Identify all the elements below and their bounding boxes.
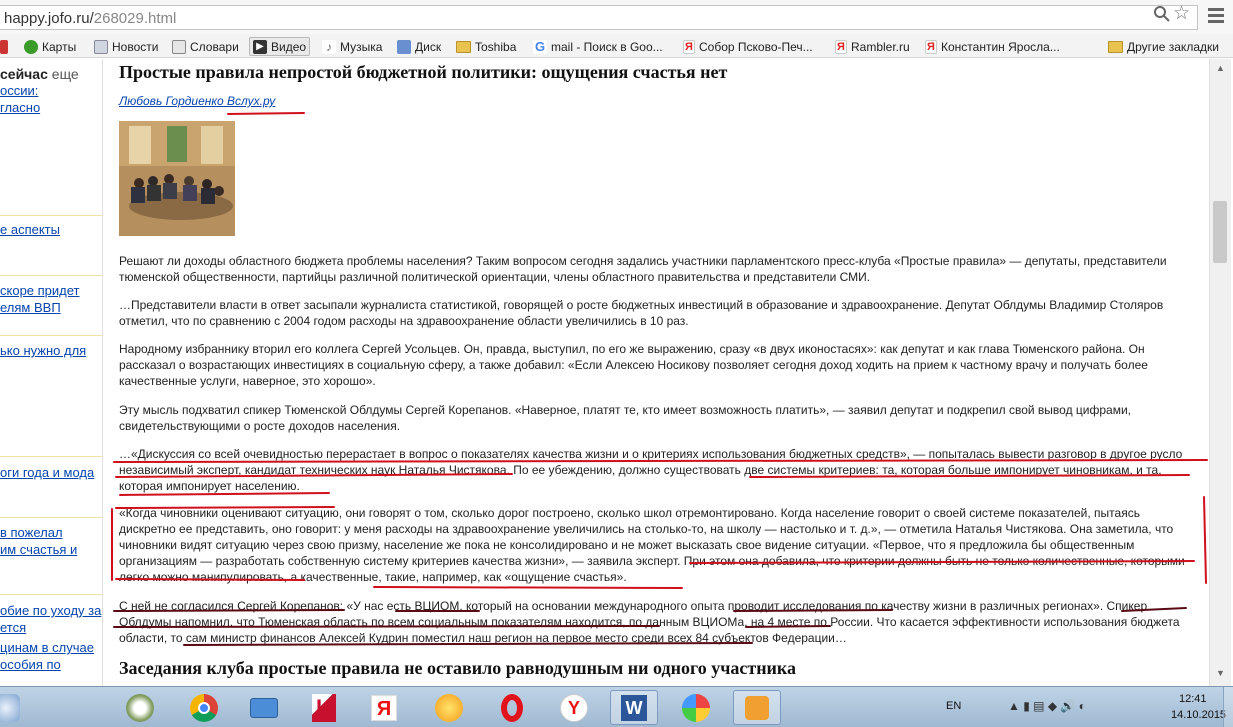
bookmark-partial[interactable] [0, 37, 8, 56]
bookmark-news[interactable]: Новости [94, 37, 158, 56]
paragraph: «Когда чиновники оценивают ситуацию, они… [119, 506, 1185, 584]
sidebar-link[interactable]: цинам в случае [0, 640, 94, 655]
paragraph: …Представители власти в ответ засыпали ж… [119, 298, 1164, 328]
media-icon[interactable] [116, 690, 164, 725]
paragraph: С ней не согласился Сергей Корепанов: «У… [119, 599, 1180, 645]
paragraph: Эту мысль подхватил спикер Тюменской Обл… [119, 403, 1131, 433]
scroll-down-icon[interactable]: ▼ [1216, 668, 1225, 678]
star-icon[interactable]: ☆ [1173, 2, 1190, 25]
taskbar: K Я Y W EN ▲ ▮ ▤ ◆ 🔊 ◐ 12:41 14.10.2015 [0, 686, 1233, 727]
section-heading: Заседания клуба простые правила не остав… [119, 658, 797, 678]
sidebar-link[interactable]: ько нужно для [0, 343, 86, 358]
kaspersky-icon[interactable]: K [300, 690, 348, 725]
scrollbar[interactable]: ▲ ▼ [1209, 59, 1231, 686]
opera-icon[interactable] [488, 690, 536, 725]
scrollbar-thumb[interactable] [1213, 201, 1227, 263]
dictionary-icon [172, 39, 186, 54]
clock-time[interactable]: 12:41 [1179, 693, 1207, 705]
bookmark-maps[interactable]: Карты [24, 37, 76, 56]
bookmark-video[interactable]: ▶ Видео [249, 37, 311, 56]
sidebar-link[interactable]: обие по уходу за [0, 603, 101, 618]
start-icon[interactable] [0, 690, 30, 725]
bookmark-disk[interactable]: Диск [397, 37, 441, 56]
yandex-icon: Я [683, 39, 695, 54]
video-icon: ▶ [253, 39, 267, 54]
bookmark-rambler[interactable]: Я Rambler.ru [835, 37, 910, 56]
bookmark-dictionary[interactable]: Словари [172, 37, 239, 56]
now-label: сейчас еще [0, 66, 79, 82]
menu-icon[interactable] [1208, 8, 1224, 26]
underline-mark [373, 586, 683, 589]
bookmark-konstantin[interactable]: Я Константин Яросла... [925, 37, 1060, 56]
paragraph: Решают ли доходы областного бюджета проб… [119, 254, 1167, 284]
folder-icon [456, 40, 471, 53]
yandex-browser-icon[interactable]: Y [550, 690, 598, 725]
browser-window: happy.jofo.ru/268029.html ☆ Карты Новост… [0, 0, 1233, 727]
music-icon: ♪ [322, 39, 336, 54]
sun-icon[interactable] [425, 690, 473, 725]
word-icon[interactable]: W [610, 690, 658, 725]
url-field[interactable]: happy.jofo.ru/268029.html [0, 5, 1198, 30]
author-link[interactable]: Любовь Гордиенко Вслух.ру [119, 94, 275, 108]
bracket-mark [1203, 496, 1207, 584]
paragraph: …«Дискуссия со всей очевидностью перерас… [119, 447, 1183, 493]
paragraph: Народному избраннику вторил его коллега … [119, 342, 1148, 388]
sidebar-divider [0, 456, 102, 457]
disk-icon [397, 39, 411, 54]
show-desktop-button[interactable] [1223, 687, 1233, 727]
sidebar-divider [0, 215, 102, 216]
article-photo [119, 121, 235, 236]
sidebar-divider [0, 275, 102, 276]
sidebar-divider [0, 594, 102, 595]
bookmark-music[interactable]: ♪ Музыка [322, 37, 382, 56]
zoom-icon[interactable] [1153, 5, 1171, 23]
news-icon [94, 39, 108, 54]
clock-date[interactable]: 14.10.2015 [1171, 709, 1226, 721]
google-icon: G [533, 38, 547, 54]
language-indicator[interactable]: EN [946, 700, 961, 712]
bookmark-other[interactable]: Другие закладки [1108, 37, 1219, 56]
tray-icons[interactable]: ▲ ▮ ▤ ◆ 🔊 ◐ [1008, 699, 1086, 713]
bookmarks-bar: Карты Новости Словари ▶ Видео ♪ Музыка Дис… [0, 34, 1233, 58]
chrome-icon[interactable] [180, 690, 228, 725]
author-underline [227, 112, 305, 115]
yandex-icon[interactable]: Я [360, 690, 408, 725]
sidebar-divider [0, 517, 102, 518]
article: Простые правила непростой бюджетной поли… [104, 59, 1209, 686]
sidebar-link[interactable]: ется [0, 620, 26, 635]
scroll-up-icon[interactable]: ▲ [1216, 63, 1225, 73]
app-icon[interactable] [733, 690, 781, 725]
sidebar-link[interactable]: оссии: [0, 83, 38, 98]
paint-icon[interactable] [672, 690, 720, 725]
folder-icon [1108, 40, 1123, 53]
system-tray: EN ▲ ▮ ▤ ◆ 🔊 ◐ 12:41 14.10.2015 [943, 687, 1233, 727]
mail-icon[interactable] [240, 690, 288, 725]
sidebar-link[interactable]: в пожелал [0, 525, 63, 540]
sidebar-link[interactable]: им счастья и [0, 542, 77, 557]
sidebar-link[interactable]: скоре придет [0, 283, 80, 298]
sidebar-link[interactable]: особия по [0, 657, 61, 672]
sidebar-link[interactable]: елям ВВП [0, 300, 61, 315]
sidebar-link[interactable]: е аспекты [0, 222, 60, 237]
sidebar-divider [0, 335, 102, 336]
left-sidebar: сейчас еще оссии: гласно е аспекты скоре… [0, 59, 103, 686]
address-bar-area: happy.jofo.ru/268029.html ☆ [0, 0, 1233, 34]
bookmark-sobor[interactable]: Я Собор Псково-Печ... [683, 37, 813, 56]
maps-icon [24, 39, 38, 54]
sidebar-link[interactable]: оги года и мода [0, 465, 94, 480]
article-title: Простые правила непростой бюджетной поли… [119, 62, 728, 82]
yandex-icon: Я [925, 39, 937, 54]
sidebar-link[interactable]: гласно [0, 100, 40, 115]
bookmark-google-mail[interactable]: Gmail - Поиск в Goo... [533, 37, 663, 56]
url-text: happy.jofo.ru/268029.html [4, 10, 177, 27]
yandex-icon: Я [835, 39, 847, 54]
bookmark-toshiba[interactable]: Toshiba [456, 37, 516, 56]
